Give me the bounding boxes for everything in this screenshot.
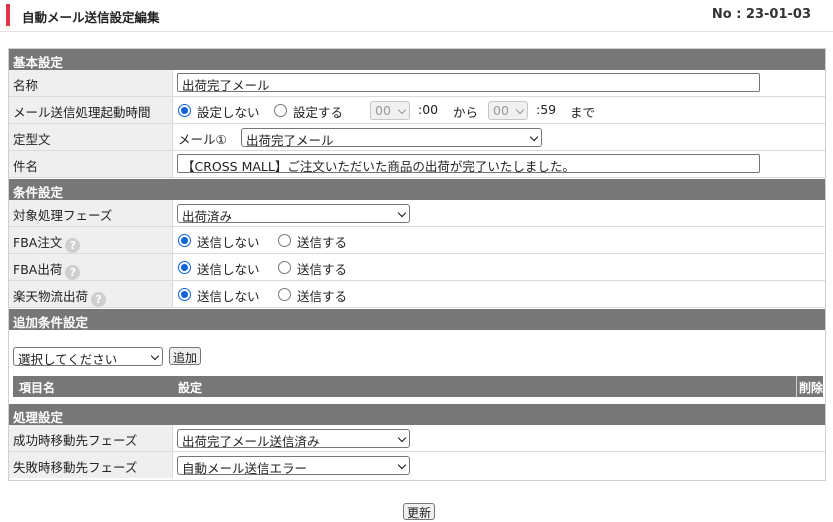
- from-minute-text: :00: [418, 102, 439, 117]
- settings-form: 基本設定 名称 出荷完了メール メール送信処理起動時間 設定しない 設定する 0…: [8, 48, 826, 481]
- fba-ship-yes-radio[interactable]: [278, 261, 291, 274]
- rakuten-label-cell: 楽天物流出荷?: [9, 281, 173, 307]
- fba-ship-label: FBA出荷: [13, 262, 63, 277]
- chevron-down-icon: [150, 351, 160, 361]
- fba-order-yes-label: 送信する: [297, 235, 348, 250]
- to-minute-text: :59: [536, 102, 557, 117]
- chevron-down-icon: [397, 208, 407, 218]
- chevron-down-icon: [515, 105, 525, 115]
- from-hour-value: 00: [375, 103, 391, 118]
- phase-value-cell: 出荷済み: [177, 200, 777, 226]
- to-hour-select[interactable]: 00: [488, 101, 528, 120]
- fba-order-value-cell: 送信しない 送信する: [177, 227, 577, 253]
- chevron-down-icon: [397, 433, 407, 443]
- fba-ship-label-cell: FBA出荷?: [9, 254, 173, 280]
- send-time-label: メール送信処理起動時間: [9, 97, 173, 123]
- failure-phase-select[interactable]: 自動メール送信エラー: [177, 456, 410, 476]
- template-select[interactable]: 出荷完了メール: [241, 128, 542, 148]
- chevron-down-icon: [397, 460, 407, 470]
- fba-ship-no-radio[interactable]: [178, 261, 191, 274]
- rakuten-no-radio[interactable]: [178, 288, 191, 301]
- name-label: 名称: [9, 70, 173, 96]
- failure-phase-label: 失敗時移動先フェーズ: [9, 452, 173, 478]
- help-icon[interactable]: ?: [65, 265, 81, 280]
- additional-condition-value: 選択してください: [18, 352, 118, 367]
- document-number: No : 23-01-03: [711, 7, 811, 22]
- fba-ship-yes-label: 送信する: [297, 262, 348, 277]
- rakuten-label: 楽天物流出荷: [13, 289, 89, 304]
- to-hour-value: 00: [493, 103, 509, 118]
- section-conditions-header: 条件設定: [9, 179, 825, 200]
- to-word: まで: [570, 105, 596, 120]
- failure-phase-value-cell: 自動メール送信エラー: [177, 452, 777, 478]
- section-basic-header: 基本設定: [9, 49, 825, 70]
- fba-order-label: FBA注文: [13, 235, 63, 250]
- row-name: 名称 出荷完了メール: [9, 70, 825, 97]
- phase-select[interactable]: 出荷済み: [177, 204, 410, 224]
- rakuten-yes-label: 送信する: [297, 289, 348, 304]
- name-input[interactable]: 出荷完了メール: [177, 73, 760, 92]
- fba-order-no-label: 送信しない: [197, 235, 260, 250]
- time-off-label: 設定しない: [197, 105, 260, 120]
- success-phase-value-cell: 出荷完了メール送信済み: [177, 425, 777, 451]
- section-processing-header: 処理設定: [9, 404, 825, 425]
- success-phase-label: 成功時移動先フェーズ: [9, 425, 173, 451]
- subject-label: 件名: [9, 151, 173, 177]
- add-condition-button[interactable]: 追加: [169, 347, 202, 365]
- row-subject: 件名 【CROSS MALL】ご注文いただいた商品の出荷が完了いたしました。: [9, 151, 825, 178]
- from-hour-select[interactable]: 00: [370, 101, 410, 120]
- page-title: 自動メール送信設定編集: [22, 10, 160, 25]
- row-fba-order: FBA注文? 送信しない 送信する: [9, 227, 825, 254]
- fba-order-label-cell: FBA注文?: [9, 227, 173, 253]
- name-value-cell: 出荷完了メール: [177, 70, 777, 96]
- subject-input[interactable]: 【CROSS MALL】ご注文いただいた商品の出荷が完了いたしました。: [177, 154, 760, 173]
- time-on-label: 設定する: [293, 105, 344, 120]
- help-icon[interactable]: ?: [65, 238, 81, 253]
- time-on-radio[interactable]: [274, 104, 287, 117]
- rakuten-no-label: 送信しない: [197, 289, 260, 304]
- subject-value-cell: 【CROSS MALL】ご注文いただいた商品の出荷が完了いたしました。: [177, 151, 777, 177]
- row-fba-ship: FBA出荷? 送信しない 送信する: [9, 254, 825, 281]
- success-phase-select[interactable]: 出荷完了メール送信済み: [177, 429, 410, 449]
- row-phase: 対象処理フェーズ 出荷済み: [9, 200, 825, 227]
- col-item-name: 項目名: [19, 381, 56, 395]
- update-button[interactable]: 更新: [403, 503, 436, 520]
- from-word: から: [453, 105, 479, 120]
- title-accent-bar: [6, 4, 10, 26]
- fba-ship-no-label: 送信しない: [197, 262, 260, 277]
- fba-order-no-radio[interactable]: [178, 234, 191, 247]
- template-select-value: 出荷完了メール: [246, 133, 334, 148]
- row-send-time: メール送信処理起動時間 設定しない 設定する 00 :00 から 00 :59 …: [9, 97, 825, 124]
- time-off-radio[interactable]: [178, 104, 191, 117]
- rakuten-yes-radio[interactable]: [278, 288, 291, 301]
- send-time-value-cell: 設定しない 設定する 00 :00 から 00 :59 まで: [177, 97, 817, 123]
- template-prefix: メール①: [178, 132, 227, 147]
- success-phase-value: 出荷完了メール送信済み: [182, 434, 320, 449]
- phase-select-value: 出荷済み: [182, 209, 233, 224]
- fba-order-yes-radio[interactable]: [278, 234, 291, 247]
- additional-table-header: 項目名 設定 削除: [13, 376, 823, 397]
- additional-condition-select[interactable]: 選択してください: [13, 347, 163, 367]
- section-additional-header: 追加条件設定: [9, 309, 825, 330]
- chevron-down-icon: [529, 132, 539, 142]
- row-failure-phase: 失敗時移動先フェーズ 自動メール送信エラー: [9, 452, 825, 479]
- template-label: 定型文: [9, 124, 173, 150]
- rakuten-value-cell: 送信しない 送信する: [177, 281, 577, 307]
- page-header: 自動メール送信設定編集 No : 23-01-03: [0, 0, 833, 32]
- chevron-down-icon: [397, 105, 407, 115]
- row-template: 定型文 メール① 出荷完了メール: [9, 124, 825, 151]
- row-rakuten-logistics: 楽天物流出荷? 送信しない 送信する: [9, 281, 825, 308]
- row-success-phase: 成功時移動先フェーズ 出荷完了メール送信済み: [9, 425, 825, 452]
- help-icon[interactable]: ?: [91, 292, 107, 307]
- failure-phase-value: 自動メール送信エラー: [182, 461, 308, 476]
- col-delete: 削除: [796, 376, 823, 397]
- fba-ship-value-cell: 送信しない 送信する: [177, 254, 577, 280]
- col-setting: 設定: [178, 381, 203, 395]
- phase-label: 対象処理フェーズ: [9, 200, 173, 226]
- template-value-cell: メール① 出荷完了メール: [177, 124, 777, 150]
